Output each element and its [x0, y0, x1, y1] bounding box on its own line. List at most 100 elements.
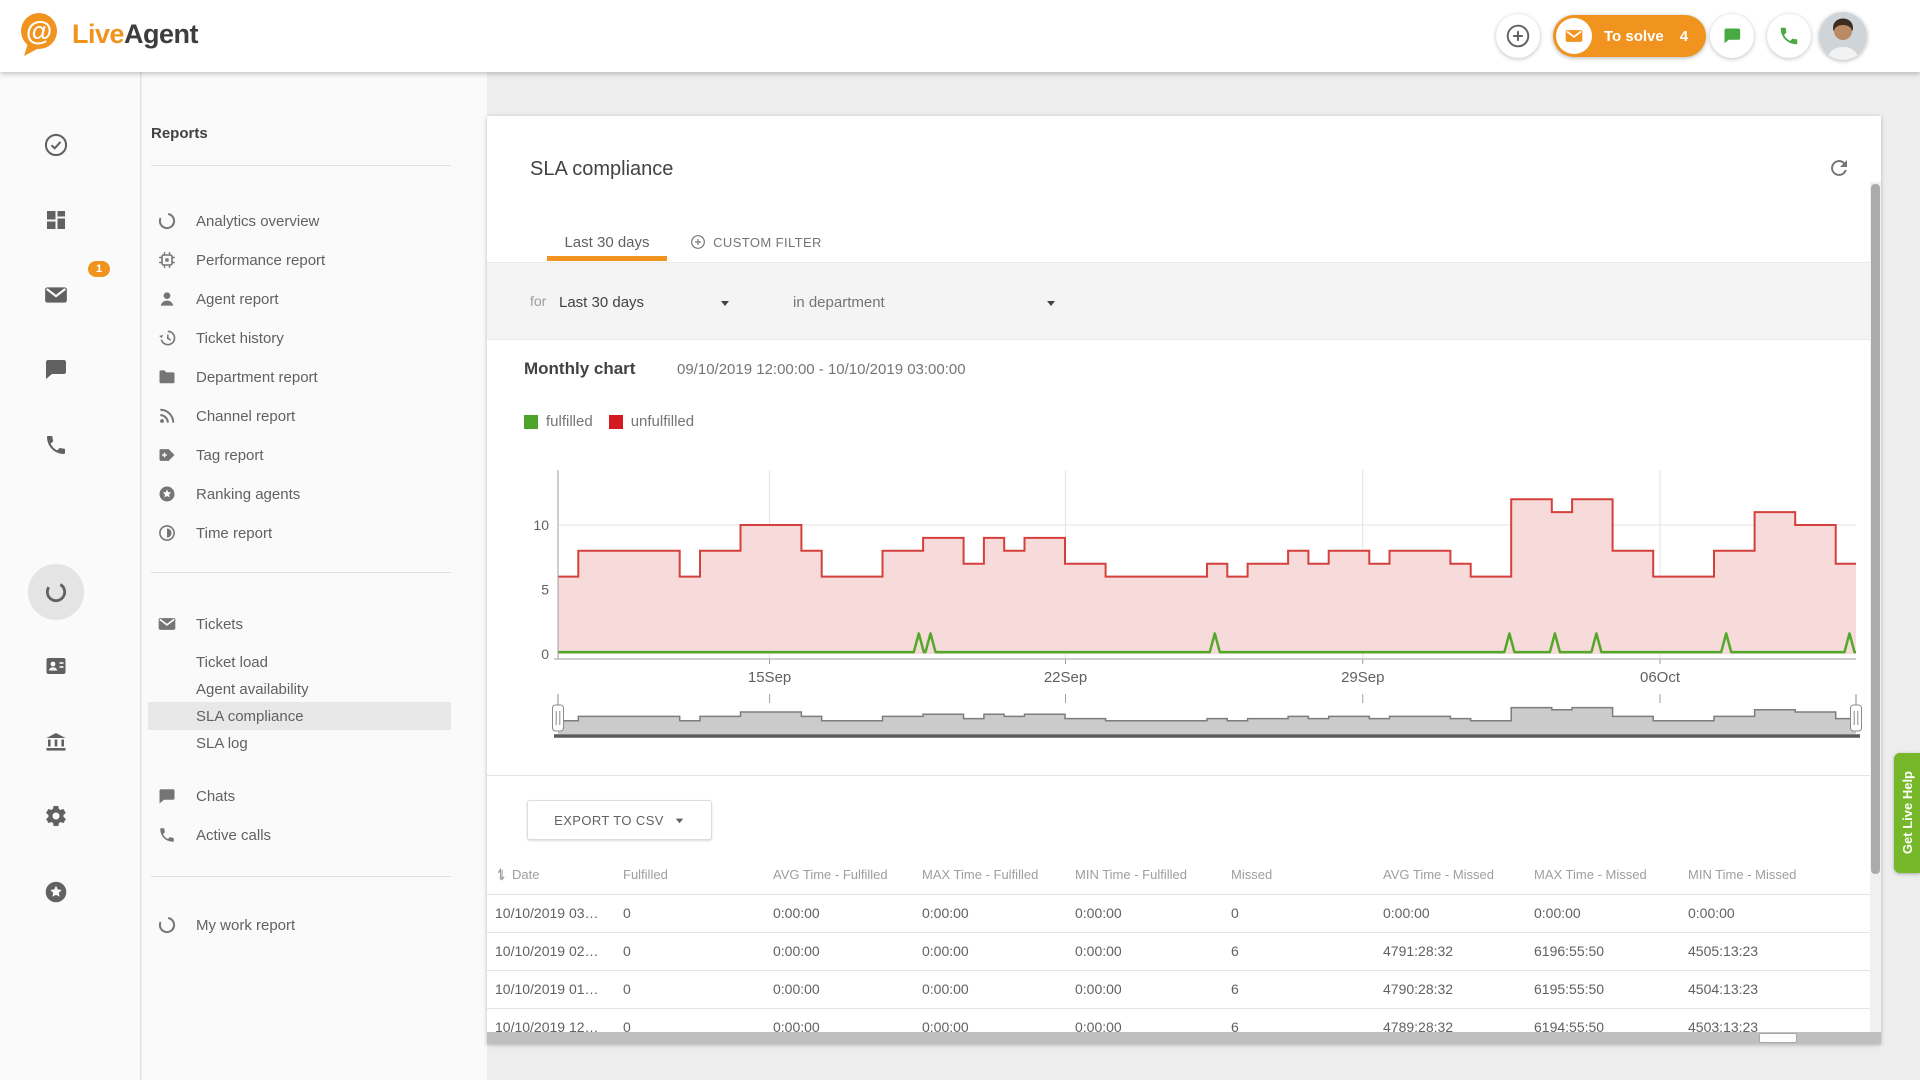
column-header-min-time-fulfilled[interactable]: MIN Time - Fulfilled — [1075, 856, 1231, 894]
horizontal-scrollbar[interactable] — [487, 1032, 1881, 1044]
rail-item-chats[interactable] — [28, 341, 84, 397]
to-solve-count: 4 — [1680, 28, 1688, 45]
dashboard-icon — [44, 208, 68, 232]
rail-item-settings[interactable] — [28, 788, 84, 844]
svg-text:5: 5 — [541, 582, 549, 598]
export-to-csv-button[interactable]: EXPORT TO CSV — [527, 800, 712, 840]
person-icon — [155, 287, 179, 311]
sidebar-item-channel-report[interactable]: Channel report — [142, 397, 462, 435]
sla-area-chart: 051015Sep22Sep29Sep06Oct — [487, 462, 1881, 694]
rail-item-dashboard[interactable] — [28, 192, 84, 248]
envelope-icon — [1564, 26, 1584, 46]
table-cell: 4790:28:32 — [1383, 970, 1534, 1008]
sidebar-item-ticket-history[interactable]: Ticket history — [142, 319, 462, 357]
table-cell: 10/10/2019 03… — [487, 894, 623, 932]
department-select[interactable]: in department — [793, 289, 1061, 315]
calls-header-button[interactable] — [1767, 14, 1811, 58]
table-cell: 0 — [623, 970, 773, 1008]
table-cell: 0:00:00 — [1383, 894, 1534, 932]
table-cell: 0 — [623, 894, 773, 932]
table-row[interactable]: 10/10/2019 02…00:00:000:00:000:00:006479… — [487, 932, 1871, 970]
sidebar-item-active-calls[interactable]: Active calls — [142, 816, 462, 854]
navigator-handle-left[interactable] — [553, 694, 564, 731]
svg-text:29Sep: 29Sep — [1341, 669, 1384, 686]
rail-item-tickets[interactable]: 1 — [28, 267, 84, 323]
sidebar-group-tickets[interactable]: Tickets — [142, 605, 462, 643]
sidebar-item-chats[interactable]: Chats — [142, 777, 462, 815]
sla-table: DateFulfilledAVG Time - FulfilledMAX Tim… — [487, 856, 1871, 1044]
chevron-down-icon — [719, 296, 731, 314]
column-header-avg-time-fulfilled[interactable]: AVG Time - Fulfilled — [773, 856, 922, 894]
column-header-min-time-missed[interactable]: MIN Time - Missed — [1688, 856, 1871, 894]
refresh-button[interactable] — [1823, 152, 1855, 184]
sidebar-item-performance-report[interactable]: Performance report — [142, 241, 462, 279]
mail-icon — [43, 282, 69, 308]
sidebar-item-tag-report[interactable]: Tag report — [142, 436, 462, 474]
date-range-select[interactable]: Last 30 days — [559, 289, 739, 315]
tab-custom-filter[interactable]: CUSTOM FILTER — [683, 222, 829, 262]
chats-header-button[interactable] — [1710, 14, 1754, 58]
liveagent-app: @ LiveAgent To solve 4 — [0, 0, 1920, 1080]
chart-range-navigator[interactable] — [487, 694, 1881, 742]
rail-item-contacts[interactable] — [28, 638, 84, 694]
column-header-fulfilled[interactable]: Fulfilled — [623, 856, 773, 894]
column-header-max-time-missed[interactable]: MAX Time - Missed — [1534, 856, 1688, 894]
column-header-missed[interactable]: Missed — [1231, 856, 1383, 894]
sidebar-item-my-work-report[interactable]: My work report — [142, 906, 462, 944]
sidebar-item-analytics-overview[interactable]: Analytics overview — [142, 202, 462, 240]
sidebar-item-ticket-load[interactable]: Ticket load — [148, 648, 451, 676]
column-header-date[interactable]: Date — [487, 856, 623, 894]
table-cell: 10/10/2019 02… — [487, 932, 623, 970]
sidebar-item-time-report[interactable]: Time report — [142, 514, 462, 552]
sidebar-item-ranking-agents[interactable]: Ranking agents — [142, 475, 462, 513]
sla-compliance-panel: SLA compliance Last 30 days CUSTOM FILTE… — [487, 116, 1881, 1044]
to-solve-envelope-badge — [1556, 18, 1592, 54]
rail-item-company[interactable] — [28, 714, 84, 770]
horizontal-scrollbar-thumb[interactable] — [1759, 1033, 1797, 1043]
star-circle-icon — [43, 879, 69, 905]
legend-item-fulfilled[interactable]: fulfilled — [524, 413, 593, 430]
table-cell: 6196:55:50 — [1534, 932, 1688, 970]
table-cell: 0:00:00 — [773, 932, 922, 970]
legend-item-unfulfilled[interactable]: unfulfilled — [609, 413, 694, 430]
sidebar-item-department-report[interactable]: Department report — [142, 358, 462, 396]
column-header-max-time-fulfilled[interactable]: MAX Time - Fulfilled — [922, 856, 1075, 894]
liveagent-logo[interactable]: @ LiveAgent — [14, 10, 198, 58]
table-header-row: DateFulfilledAVG Time - FulfilledMAX Tim… — [487, 856, 1871, 894]
navigator-handle-right[interactable] — [1851, 694, 1862, 731]
plus-circle-icon — [690, 234, 706, 250]
table-cell: 0:00:00 — [1075, 970, 1231, 1008]
vertical-scrollbar[interactable] — [1870, 182, 1881, 1032]
timelapse-icon — [155, 521, 179, 545]
chart-legend: fulfilled unfulfilled — [524, 413, 694, 430]
folder-icon — [155, 365, 179, 389]
user-avatar[interactable] — [1819, 12, 1867, 60]
filter-for-label: for — [530, 293, 546, 309]
sidebar-item-agent-availability[interactable]: Agent availability — [148, 675, 451, 703]
table-row[interactable]: 10/10/2019 03…00:00:000:00:000:00:0000:0… — [487, 894, 1871, 932]
rail-item-calls[interactable] — [28, 417, 84, 473]
rail-item-apps[interactable] — [28, 864, 84, 920]
table-cell: 0:00:00 — [922, 932, 1075, 970]
svg-text:@: @ — [26, 16, 52, 46]
sidebar-item-sla-compliance[interactable]: SLA compliance — [148, 702, 451, 730]
column-header-avg-time-missed[interactable]: AVG Time - Missed — [1383, 856, 1534, 894]
top-header: @ LiveAgent To solve 4 — [0, 0, 1920, 72]
to-solve-label: To solve — [1604, 28, 1664, 45]
rail-item-tasks[interactable] — [28, 117, 84, 173]
sidebar-item-sla-log[interactable]: SLA log — [148, 729, 451, 757]
to-solve-button[interactable]: To solve 4 — [1553, 15, 1706, 57]
chip-icon — [155, 248, 179, 272]
loader-icon — [155, 209, 179, 233]
add-button[interactable] — [1496, 14, 1540, 58]
chat-bubble-icon — [1721, 25, 1743, 47]
chat-icon — [44, 357, 68, 381]
tag-plus-icon — [155, 443, 179, 467]
table-cell: 4505:13:23 — [1688, 932, 1871, 970]
table-row[interactable]: 10/10/2019 01…00:00:000:00:000:00:006479… — [487, 970, 1871, 1008]
vertical-scrollbar-thumb[interactable] — [1871, 184, 1880, 874]
get-live-help-button[interactable]: Get Live Help — [1894, 753, 1920, 873]
rail-item-reports[interactable] — [28, 564, 84, 620]
sidebar-item-agent-report[interactable]: Agent report — [142, 280, 462, 318]
svg-text:22Sep: 22Sep — [1044, 669, 1087, 686]
